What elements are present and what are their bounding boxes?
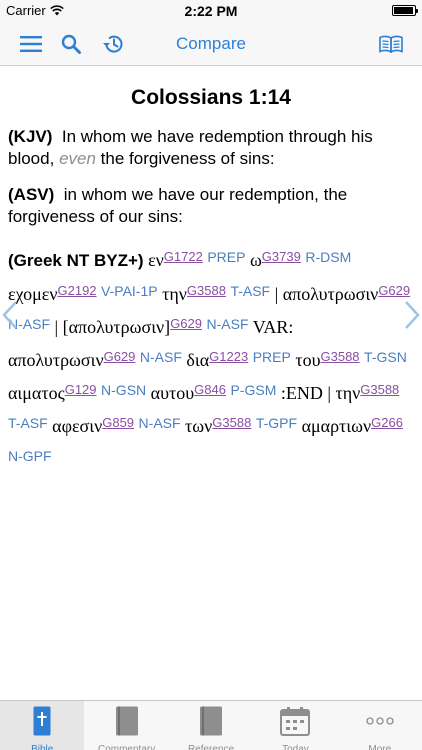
morphology-code: PREP <box>252 349 291 365</box>
kjv-verse: (KJV) In whom we have redemption through… <box>0 126 422 170</box>
tab-more[interactable]: More <box>338 701 422 750</box>
kjv-italic-word: even <box>59 149 96 168</box>
morphology-code: PREP <box>207 249 246 265</box>
greek-tag: (Greek NT BYZ+) <box>8 251 144 270</box>
book-icon <box>115 706 139 741</box>
strongs-link[interactable]: G846 <box>194 382 226 397</box>
compare-button[interactable]: Compare <box>176 34 246 53</box>
greek-word: απολυτρωσιν <box>282 284 379 304</box>
morphology-code: N-ASF <box>138 415 181 431</box>
tab-label: Commentary <box>97 744 156 750</box>
verse-content: Colossians 1:14 (KJV) In whom we have re… <box>0 66 422 700</box>
more-icon <box>365 706 395 741</box>
morphology-code: T-ASF <box>8 415 48 431</box>
morphology-code: N-ASF <box>139 349 182 365</box>
calendar-icon <box>280 706 311 741</box>
greek-word: του <box>295 350 321 370</box>
greek-word: ω <box>249 250 262 270</box>
status-bar: Carrier 2:22 PM <box>0 0 422 22</box>
greek-verse: (Greek NT BYZ+) ενG1722 PREP ωG3739 R-DS… <box>0 242 422 474</box>
strongs-link[interactable]: G859 <box>102 415 134 430</box>
tab-label: Reference <box>187 744 235 750</box>
strongs-link[interactable]: G629 <box>170 316 202 331</box>
greek-word: δια <box>186 350 210 370</box>
morphology-code: T-ASF <box>230 283 271 299</box>
strongs-link[interactable]: G1223 <box>209 349 248 364</box>
tab-label: Bible <box>31 744 54 750</box>
previous-verse-arrow[interactable] <box>0 300 18 330</box>
greek-word: | <box>274 284 279 304</box>
asv-verse: (ASV) in whom we have our redemption, th… <box>0 184 422 228</box>
compare-title: Compare <box>0 34 422 54</box>
tab-label: Today <box>282 744 309 750</box>
tab-today[interactable]: Today <box>253 701 337 750</box>
strongs-link[interactable]: G3588 <box>212 415 251 430</box>
greek-word: [απολυτρωσιν] <box>62 317 171 337</box>
strongs-link[interactable]: G1722 <box>164 249 203 264</box>
open-book-icon[interactable] <box>378 31 404 57</box>
morphology-code: T-GSN <box>364 349 407 365</box>
status-time: 2:22 PM <box>184 3 238 19</box>
strongs-link[interactable]: G629 <box>104 349 136 364</box>
strongs-link[interactable]: G3588 <box>187 283 226 298</box>
greek-word: :END | την <box>280 383 361 403</box>
greek-word: αμαρτιων <box>301 416 372 436</box>
strongs-link[interactable]: G129 <box>65 382 97 397</box>
verse-reference: Colossians 1:14 <box>131 86 291 109</box>
morphology-code: N-GPF <box>8 448 52 464</box>
asv-text: in whom we have our redemption, the forg… <box>8 185 348 226</box>
morphology-code: P-GSM <box>230 382 277 398</box>
navigation-bar: Compare <box>0 22 422 66</box>
morphology-code: V-PAI-1P <box>101 283 158 299</box>
strongs-link[interactable]: G2192 <box>58 283 97 298</box>
greek-word: | <box>54 317 59 337</box>
strongs-link[interactable]: G3588 <box>360 382 399 397</box>
strongs-link[interactable]: G629 <box>378 283 410 298</box>
battery-icon <box>392 5 418 16</box>
bible-icon <box>33 706 51 741</box>
strongs-link[interactable]: G3739 <box>262 249 301 264</box>
book-icon <box>199 706 223 741</box>
greek-word: αιματος <box>8 383 65 403</box>
asv-tag: (ASV) <box>8 185 55 204</box>
tab-bar: Bible Commentary Reference Today More <box>0 700 422 750</box>
greek-word: αφεσιν <box>52 416 103 436</box>
greek-word: απολυτρωσιν <box>8 350 104 370</box>
tab-bible[interactable]: Bible <box>0 701 85 750</box>
greek-word: εν <box>148 250 164 270</box>
morphology-code: T-GPF <box>255 415 298 431</box>
greek-word: VAR: <box>252 317 294 337</box>
kjv-text-after: the forgiveness of sins: <box>100 149 275 168</box>
tab-label: More <box>368 744 392 750</box>
strongs-link[interactable]: G3588 <box>321 349 360 364</box>
next-verse-arrow[interactable] <box>404 300 422 330</box>
tab-commentary[interactable]: Commentary <box>84 701 168 750</box>
tab-reference[interactable]: Reference <box>169 701 253 750</box>
morphology-code: R-DSM <box>305 249 352 265</box>
greek-word: των <box>185 416 213 436</box>
kjv-tag: (KJV) <box>8 127 53 146</box>
strongs-link[interactable]: G266 <box>371 415 403 430</box>
morphology-code: N-GSN <box>101 382 147 398</box>
morphology-code: N-ASF <box>206 316 249 332</box>
greek-word: αυτου <box>150 383 195 403</box>
greek-word: την <box>162 284 187 304</box>
